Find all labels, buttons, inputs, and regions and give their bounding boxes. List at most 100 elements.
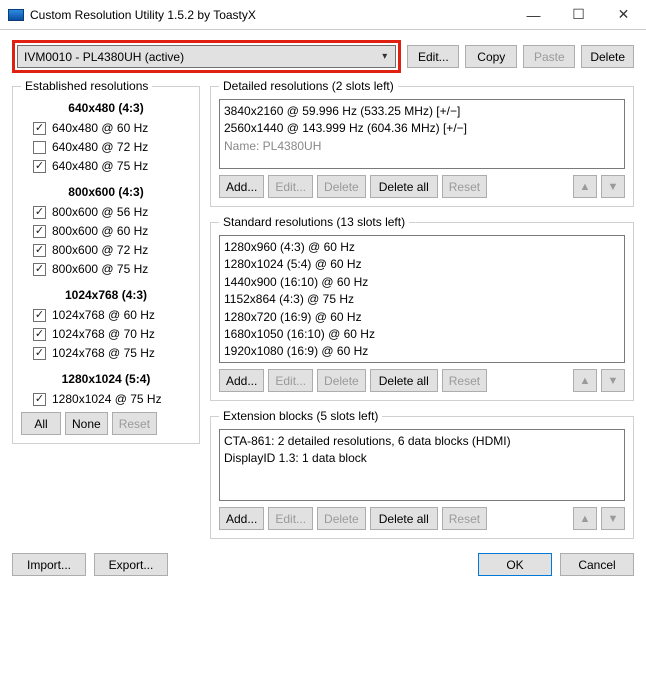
display-select[interactable]: IVM0010 - PL4380UH (active) ▾ bbox=[17, 45, 396, 68]
app-icon bbox=[8, 9, 24, 21]
list-item[interactable]: 1280x1024 (5:4) @ 60 Hz bbox=[224, 256, 620, 273]
checkbox-icon[interactable] bbox=[33, 347, 46, 360]
list-item[interactable]: 3840x2160 @ 59.996 Hz (533.25 MHz) [+/−] bbox=[224, 103, 620, 120]
detailed-legend: Detailed resolutions (2 slots left) bbox=[219, 79, 398, 93]
checkbox-icon[interactable] bbox=[33, 393, 46, 406]
established-item[interactable]: 800x600 @ 56 Hz bbox=[33, 205, 191, 219]
extension-group: Extension blocks (5 slots left) CTA-861:… bbox=[210, 409, 634, 539]
detailed-move-up-button: ▲ bbox=[573, 175, 597, 198]
list-item[interactable]: 2560x1440 @ 143.999 Hz (604.36 MHz) [+/−… bbox=[224, 120, 620, 137]
established-group-header: 1280x1024 (5:4) bbox=[21, 372, 191, 386]
checkbox-icon[interactable] bbox=[33, 122, 46, 135]
list-item[interactable]: DisplayID 1.3: 1 data block bbox=[224, 450, 620, 467]
standard-move-down-button: ▼ bbox=[601, 369, 625, 392]
standard-listbox[interactable]: 1280x960 (4:3) @ 60 Hz1280x1024 (5:4) @ … bbox=[219, 235, 625, 363]
extension-move-up-button: ▲ bbox=[573, 507, 597, 530]
established-item-label: 1024x768 @ 75 Hz bbox=[52, 346, 155, 360]
established-none-button[interactable]: None bbox=[65, 412, 108, 435]
established-item[interactable]: 640x480 @ 72 Hz bbox=[33, 140, 191, 154]
established-item[interactable]: 800x600 @ 75 Hz bbox=[33, 262, 191, 276]
export-button[interactable]: Export... bbox=[94, 553, 168, 576]
checkbox-icon[interactable] bbox=[33, 141, 46, 154]
established-item[interactable]: 1024x768 @ 60 Hz bbox=[33, 308, 191, 322]
standard-group: Standard resolutions (13 slots left) 128… bbox=[210, 215, 634, 401]
list-item[interactable]: 1680x1050 (16:10) @ 60 Hz bbox=[224, 326, 620, 343]
established-reset-button: Reset bbox=[112, 412, 157, 435]
standard-delete-all-button[interactable]: Delete all bbox=[370, 369, 438, 392]
standard-move-up-button: ▲ bbox=[573, 369, 597, 392]
copy-button[interactable]: Copy bbox=[465, 45, 517, 68]
detailed-add-button[interactable]: Add... bbox=[219, 175, 264, 198]
checkbox-icon[interactable] bbox=[33, 160, 46, 173]
established-item[interactable]: 640x480 @ 60 Hz bbox=[33, 121, 191, 135]
close-button[interactable]: ✕ bbox=[601, 0, 646, 29]
minimize-button[interactable]: — bbox=[511, 0, 556, 29]
list-item[interactable]: 1280x720 (16:9) @ 60 Hz bbox=[224, 309, 620, 326]
detailed-group: Detailed resolutions (2 slots left) 3840… bbox=[210, 79, 634, 207]
established-group-header: 800x600 (4:3) bbox=[21, 185, 191, 199]
established-item-label: 800x600 @ 72 Hz bbox=[52, 243, 148, 257]
detailed-name-label: Name: PL4380UH bbox=[224, 138, 620, 155]
delete-button[interactable]: Delete bbox=[581, 45, 634, 68]
standard-reset-button: Reset bbox=[442, 369, 487, 392]
detailed-delete-all-button[interactable]: Delete all bbox=[370, 175, 438, 198]
paste-button: Paste bbox=[523, 45, 575, 68]
established-item-label: 640x480 @ 72 Hz bbox=[52, 140, 148, 154]
extension-move-down-button: ▼ bbox=[601, 507, 625, 530]
list-item[interactable]: 1152x864 (4:3) @ 75 Hz bbox=[224, 291, 620, 308]
ok-button[interactable]: OK bbox=[478, 553, 552, 576]
extension-legend: Extension blocks (5 slots left) bbox=[219, 409, 382, 423]
established-item[interactable]: 1280x1024 @ 75 Hz bbox=[33, 392, 191, 406]
detailed-delete-button: Delete bbox=[317, 175, 366, 198]
established-item-label: 800x600 @ 56 Hz bbox=[52, 205, 148, 219]
display-toolbar: IVM0010 - PL4380UH (active) ▾ Edit... Co… bbox=[0, 30, 646, 73]
import-button[interactable]: Import... bbox=[12, 553, 86, 576]
standard-add-button[interactable]: Add... bbox=[219, 369, 264, 392]
display-select-highlight: IVM0010 - PL4380UH (active) ▾ bbox=[12, 40, 401, 73]
checkbox-icon[interactable] bbox=[33, 206, 46, 219]
established-item[interactable]: 1024x768 @ 75 Hz bbox=[33, 346, 191, 360]
chevron-down-icon: ▾ bbox=[382, 51, 387, 62]
maximize-button[interactable]: ☐ bbox=[556, 0, 601, 29]
established-item[interactable]: 1024x768 @ 70 Hz bbox=[33, 327, 191, 341]
extension-delete-button: Delete bbox=[317, 507, 366, 530]
checkbox-icon[interactable] bbox=[33, 328, 46, 341]
established-item[interactable]: 800x600 @ 72 Hz bbox=[33, 243, 191, 257]
extension-add-button[interactable]: Add... bbox=[219, 507, 264, 530]
bottom-toolbar: Import... Export... OK Cancel bbox=[0, 547, 646, 586]
checkbox-icon[interactable] bbox=[33, 244, 46, 257]
established-item[interactable]: 640x480 @ 75 Hz bbox=[33, 159, 191, 173]
extension-reset-button: Reset bbox=[442, 507, 487, 530]
list-item[interactable]: 1440x900 (16:10) @ 60 Hz bbox=[224, 274, 620, 291]
standard-delete-button: Delete bbox=[317, 369, 366, 392]
window-title: Custom Resolution Utility 1.5.2 by Toast… bbox=[30, 8, 511, 22]
established-item-label: 1024x768 @ 70 Hz bbox=[52, 327, 155, 341]
list-item[interactable]: 1920x1080 (16:9) @ 60 Hz bbox=[224, 343, 620, 360]
established-all-button[interactable]: All bbox=[21, 412, 61, 435]
display-select-value: IVM0010 - PL4380UH (active) bbox=[24, 50, 184, 64]
checkbox-icon[interactable] bbox=[33, 225, 46, 238]
detailed-reset-button: Reset bbox=[442, 175, 487, 198]
established-item-label: 640x480 @ 75 Hz bbox=[52, 159, 148, 173]
standard-legend: Standard resolutions (13 slots left) bbox=[219, 215, 409, 229]
detailed-move-down-button: ▼ bbox=[601, 175, 625, 198]
detailed-listbox[interactable]: 3840x2160 @ 59.996 Hz (533.25 MHz) [+/−]… bbox=[219, 99, 625, 169]
extension-delete-all-button[interactable]: Delete all bbox=[370, 507, 438, 530]
established-legend: Established resolutions bbox=[21, 79, 152, 93]
titlebar: Custom Resolution Utility 1.5.2 by Toast… bbox=[0, 0, 646, 30]
cancel-button[interactable]: Cancel bbox=[560, 553, 634, 576]
checkbox-icon[interactable] bbox=[33, 309, 46, 322]
checkbox-icon[interactable] bbox=[33, 263, 46, 276]
standard-edit-button: Edit... bbox=[268, 369, 313, 392]
extension-edit-button: Edit... bbox=[268, 507, 313, 530]
extension-listbox[interactable]: CTA-861: 2 detailed resolutions, 6 data … bbox=[219, 429, 625, 501]
established-item[interactable]: 800x600 @ 60 Hz bbox=[33, 224, 191, 238]
edit-display-button[interactable]: Edit... bbox=[407, 45, 459, 68]
established-group: Established resolutions 640x480 (4:3) 640… bbox=[12, 79, 200, 444]
established-item-label: 800x600 @ 75 Hz bbox=[52, 262, 148, 276]
established-item-label: 1024x768 @ 60 Hz bbox=[52, 308, 155, 322]
list-item[interactable]: 1280x960 (4:3) @ 60 Hz bbox=[224, 239, 620, 256]
established-group-header: 640x480 (4:3) bbox=[21, 101, 191, 115]
list-item[interactable]: CTA-861: 2 detailed resolutions, 6 data … bbox=[224, 433, 620, 450]
detailed-edit-button: Edit... bbox=[268, 175, 313, 198]
